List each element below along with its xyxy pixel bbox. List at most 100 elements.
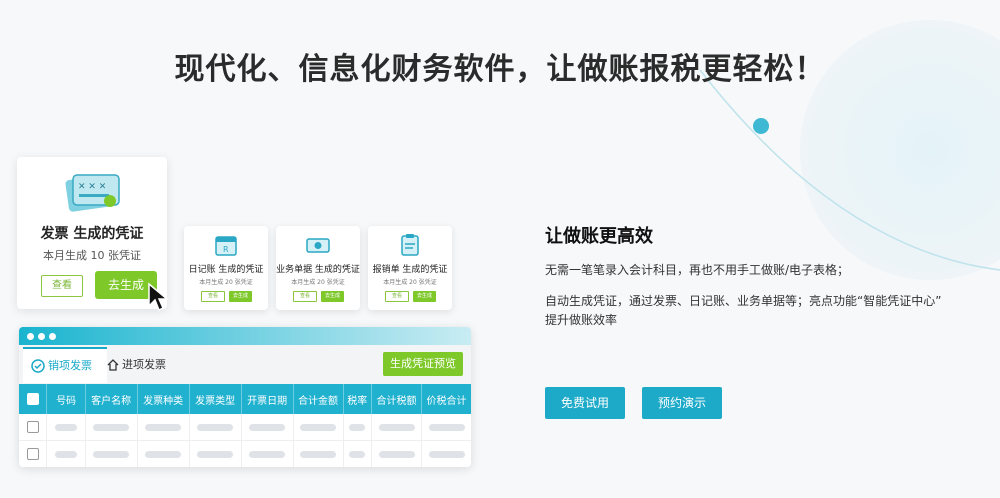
journal-voucher-card: R 日记账 生成的凭证 本月生成 20 张凭证 查看 去生成 bbox=[184, 226, 268, 310]
view-button[interactable]: 查看 bbox=[385, 291, 409, 302]
column-header: 合计税额 bbox=[372, 384, 422, 414]
generate-button[interactable]: 去生成 bbox=[321, 291, 344, 302]
card-title: 日记账 生成的凭证 bbox=[188, 265, 264, 275]
svg-text:R: R bbox=[223, 245, 229, 254]
book-demo-button[interactable]: 预约演示 bbox=[642, 387, 722, 419]
mouse-pointer-icon bbox=[148, 282, 170, 312]
table-cell bbox=[47, 441, 86, 467]
window-dot bbox=[49, 333, 56, 340]
table-cell bbox=[242, 441, 294, 467]
placeholder-bar bbox=[93, 423, 130, 431]
view-button[interactable]: 查看 bbox=[41, 275, 83, 297]
placeholder-bar bbox=[378, 423, 415, 431]
placeholder-bar bbox=[349, 423, 366, 431]
feature-description: 自动生成凭证，通过发票、日记账、业务单据等；亮点功能“智能凭证中心” bbox=[545, 294, 942, 308]
view-button[interactable]: 查看 bbox=[293, 291, 317, 302]
placeholder-bar bbox=[349, 450, 366, 458]
card-subtitle: 本月生成 20 张凭证 bbox=[383, 279, 437, 286]
business-doc-voucher-card: 业务单据 生成的凭证 本月生成 20 张凭证 查看 去生成 bbox=[276, 226, 360, 310]
section-title: 让做账更高效 bbox=[545, 226, 653, 247]
placeholder-bar bbox=[93, 450, 130, 458]
page-headline: 现代化、信息化财务软件，让做账报税更轻松！ bbox=[174, 52, 826, 87]
money-bill-icon bbox=[306, 238, 330, 253]
view-button[interactable]: 查看 bbox=[201, 291, 225, 302]
free-trial-button[interactable]: 免费试用 bbox=[545, 387, 625, 419]
invoice-voucher-card: ✕ ✕ ✕ 发票 生成的凭证 本月生成 10 张凭证 查看 去生成 bbox=[17, 157, 167, 309]
window-dot bbox=[38, 333, 45, 340]
table-cell bbox=[190, 414, 242, 440]
table-cell bbox=[294, 441, 344, 467]
row-select-cell[interactable] bbox=[19, 441, 48, 467]
card-subtitle: 本月生成 10 张凭证 bbox=[43, 249, 141, 262]
feature-description: 无需一笔笔录入会计科目，再也不用手工做账/电子表格； bbox=[545, 263, 850, 277]
generate-button[interactable]: 去生成 bbox=[229, 291, 252, 302]
calendar-icon: R bbox=[215, 236, 237, 256]
card-subtitle: 本月生成 20 张凭证 bbox=[199, 279, 253, 286]
column-header: 发票种类 bbox=[138, 384, 190, 414]
select-all-checkbox[interactable] bbox=[26, 393, 39, 405]
card-title: 发票 生成的凭证 bbox=[40, 226, 144, 242]
column-header: 税率 bbox=[344, 384, 372, 414]
clipboard-icon bbox=[401, 234, 419, 256]
window-titlebar bbox=[19, 327, 471, 345]
tab-sales-invoice[interactable]: 销项发票 bbox=[23, 347, 107, 383]
placeholder-bar bbox=[145, 423, 182, 431]
table-cell bbox=[86, 414, 138, 440]
reimbursement-voucher-card: 报销单 生成的凭证 本月生成 20 张凭证 查看 去生成 bbox=[368, 226, 452, 310]
column-header: 号码 bbox=[47, 384, 86, 414]
placeholder-bar bbox=[300, 450, 337, 458]
generate-button[interactable]: 去生成 bbox=[413, 291, 436, 302]
table-cell bbox=[344, 441, 372, 467]
placeholder-bar bbox=[428, 450, 465, 458]
feature-description: 提升做账效率 bbox=[545, 313, 618, 327]
tab-label: 进项发票 bbox=[122, 358, 166, 371]
table-cell bbox=[138, 414, 190, 440]
placeholder-bar bbox=[197, 450, 234, 458]
invoice-window: 销项发票 进项发票 生成凭证预览 号码 客户名称 发票种类 发票类型 开票日期 … bbox=[19, 327, 471, 467]
placeholder-bar bbox=[145, 450, 182, 458]
placeholder-bar bbox=[249, 423, 286, 431]
card-title: 报销单 生成的凭证 bbox=[372, 265, 448, 275]
tabs-row: 销项发票 进项发票 生成凭证预览 bbox=[19, 345, 471, 384]
placeholder-bar bbox=[428, 423, 465, 431]
column-header: 开票日期 bbox=[242, 384, 294, 414]
table-cell bbox=[190, 441, 242, 467]
row-select-cell[interactable] bbox=[19, 414, 48, 440]
placeholder-bar bbox=[300, 423, 337, 431]
table-cell bbox=[86, 441, 138, 467]
window-dot bbox=[27, 333, 34, 340]
table-cell bbox=[422, 414, 471, 440]
column-header: 发票类型 bbox=[190, 384, 242, 414]
column-header: 合计金额 bbox=[294, 384, 344, 414]
placeholder-bar bbox=[197, 423, 234, 431]
table-cell bbox=[47, 414, 86, 440]
column-header: 价税合计 bbox=[426, 395, 467, 407]
card-title: 业务单据 生成的凭证 bbox=[276, 265, 360, 275]
column-header: 客户名称 bbox=[86, 384, 138, 414]
placeholder-bar bbox=[249, 450, 286, 458]
tab-label: 销项发票 bbox=[48, 359, 92, 372]
table-row[interactable] bbox=[19, 441, 471, 467]
table-cell bbox=[422, 441, 471, 467]
invoice-tab-icon bbox=[31, 359, 45, 373]
row-checkbox[interactable] bbox=[26, 421, 39, 433]
svg-text:✕ ✕ ✕: ✕ ✕ ✕ bbox=[78, 182, 106, 192]
select-all-cell[interactable] bbox=[19, 384, 48, 414]
home-icon bbox=[107, 359, 119, 371]
table-cell bbox=[372, 441, 422, 467]
generate-voucher-preview-button[interactable]: 生成凭证预览 bbox=[383, 352, 463, 376]
invoice-ticket-icon: ✕ ✕ ✕ bbox=[65, 174, 120, 212]
table-row[interactable] bbox=[19, 414, 471, 441]
tab-purchase-invoice[interactable]: 进项发票 bbox=[99, 348, 174, 382]
placeholder-bar bbox=[55, 450, 78, 458]
placeholder-bar bbox=[55, 423, 78, 431]
table-cell bbox=[372, 414, 422, 440]
table-cell bbox=[242, 414, 294, 440]
table-cell bbox=[344, 414, 372, 440]
table-cell bbox=[294, 414, 344, 440]
table-cell bbox=[138, 441, 190, 467]
table-header: 号码 客户名称 发票种类 发票类型 开票日期 合计金额 税率 合计税额 价税合计 bbox=[19, 384, 471, 414]
row-checkbox[interactable] bbox=[26, 448, 39, 460]
placeholder-bar bbox=[378, 450, 415, 458]
card-subtitle: 本月生成 20 张凭证 bbox=[291, 279, 345, 286]
